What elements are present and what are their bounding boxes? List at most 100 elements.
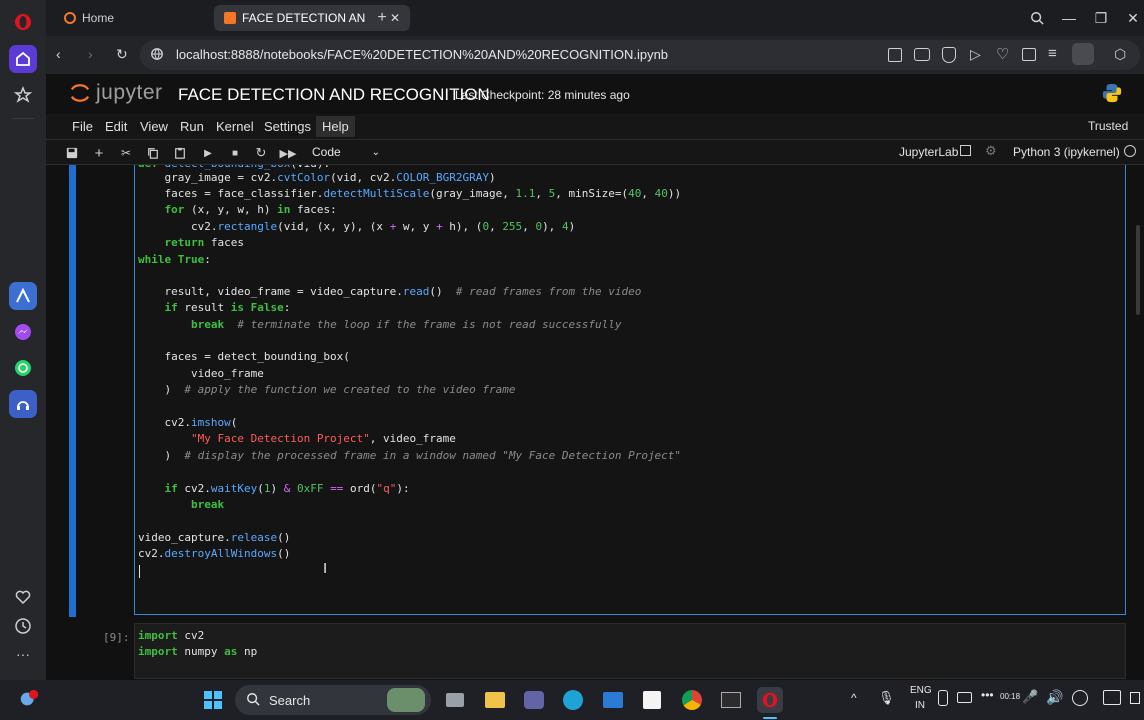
search-highlight-icon [387,688,425,712]
copy-icon[interactable] [145,145,161,161]
opera-logo-icon[interactable] [9,8,37,36]
language-top[interactable]: ENG [910,685,932,696]
active-code-cell[interactable]: def detect_bounding_box(vid): gray_image… [69,165,1129,617]
menu-help[interactable]: Help [316,116,355,137]
run-icon[interactable]: ▶ [200,145,216,161]
menu-view[interactable]: View [140,119,168,134]
chrome-icon[interactable] [679,687,705,713]
address-bar-row: ‹ › ↻ localhost:8888/notebooks/FACE%20DE… [46,36,1144,74]
notebook-scrollbar[interactable] [1136,225,1140,315]
shield-icon[interactable] [942,47,956,63]
edit-page-icon[interactable] [888,48,902,62]
paste-icon[interactable] [172,145,188,161]
menu-lines-icon[interactable]: ≡ [1048,45,1057,62]
heart-icon[interactable] [9,583,37,611]
camera-tray-icon[interactable] [938,690,948,706]
jupyter-logo-icon[interactable] [70,82,90,109]
url-field[interactable]: localhost:8888/notebooks/FACE%20DETECTIO… [140,40,1140,70]
add-cell-icon[interactable]: + [91,145,107,162]
site-info-icon[interactable] [150,47,164,66]
pinboard-icon[interactable] [9,81,37,109]
code-line: cv2.destroyAllWindows() [138,547,291,560]
settings-gear-icon[interactable]: ⚙ [985,143,997,159]
store-icon[interactable] [639,687,665,713]
easy-setup-icon[interactable] [1022,48,1036,61]
jupyterlab-link[interactable]: JupyterLab [899,145,958,159]
external-link-icon[interactable] [960,145,971,156]
terminal-icon[interactable] [718,687,744,713]
volume-icon[interactable]: 🔊 [1046,689,1063,706]
start-button[interactable] [200,687,226,713]
task-view-icon[interactable] [442,687,468,713]
forward-icon[interactable]: › [88,46,93,62]
menu-file[interactable]: File [72,119,93,134]
restart-icon[interactable]: ↻ [253,145,269,161]
code-line: video_capture.release() [138,531,291,544]
restore-button[interactable]: ❐ [1090,8,1112,28]
minimize-button[interactable]: — [1058,8,1080,28]
music-player-icon[interactable] [9,390,37,418]
notifications-icon[interactable] [1103,690,1121,705]
search-label: Search [269,693,311,708]
screen-record-icon[interactable] [957,692,972,703]
favorite-heart-icon[interactable]: ♡ [996,45,1009,63]
save-icon[interactable] [64,145,80,161]
language-bottom[interactable]: IN [915,700,925,711]
whatsapp-icon[interactable] [9,354,37,382]
snapshot-icon[interactable] [914,48,930,61]
opera-taskbar-icon[interactable] [757,687,783,713]
code-editor[interactable]: def detect_bounding_box(vid): gray_image… [134,165,1126,615]
cell-type-value: Code [312,145,341,159]
code-line: cv2.imshow( [138,416,238,429]
back-icon[interactable]: ‹ [56,46,61,62]
text-cursor [139,565,140,578]
aria-icon[interactable] [9,282,37,310]
reload-icon[interactable]: ↻ [116,46,128,63]
home-icon[interactable] [9,45,37,73]
cut-icon[interactable]: ✂ [118,145,134,161]
messenger-icon[interactable] [9,318,37,346]
cell-collapser[interactable] [69,165,76,617]
menu-settings[interactable]: Settings [264,119,311,134]
code-editor[interactable]: import cv2 import numpy as np [134,623,1126,679]
code-line: return faces [164,236,245,249]
tray-chevron-icon[interactable]: ^ [851,691,857,705]
play-icon[interactable]: ▷ [970,46,981,63]
accessibility-icon[interactable] [1072,690,1088,706]
notebook-panel: def detect_bounding_box(vid): gray_image… [46,165,1144,680]
close-window-button[interactable]: ✕ [1122,8,1144,28]
search-tabs-icon[interactable] [1026,8,1048,28]
new-tab-button[interactable]: + [372,5,392,31]
profile-icon[interactable] [1072,43,1094,65]
mic-tray-icon[interactable]: 🎤 [1022,689,1038,705]
taskbar-search[interactable]: Search [235,685,431,715]
interrupt-icon[interactable]: ■ [227,145,243,161]
notebook-title[interactable]: FACE DETECTION AND RECOGNITION [178,85,490,105]
weather-widget-icon[interactable] [16,686,42,712]
show-desktop-icon[interactable] [1130,692,1140,704]
restart-run-all-icon[interactable]: ▶▶ [280,145,297,161]
file-explorer-icon[interactable] [482,687,508,713]
mail-icon[interactable] [600,687,626,713]
more-tray-icon[interactable]: ••• [981,688,994,702]
menu-run[interactable]: Run [180,119,204,134]
notebook-toolbar: + ✂ ▶ ■ ↻ ▶▶ Code ⌄ JupyterLab ⚙ Python … [46,140,1144,165]
trusted-indicator[interactable]: Trusted [1088,119,1128,133]
tab-label: Home [82,11,115,25]
microphone-icon[interactable]: 🎙 [878,690,895,706]
more-icon[interactable]: ··· [9,640,37,668]
teams-icon[interactable] [521,687,547,713]
code-cell[interactable]: [9]: import cv2 import numpy as np [69,623,1129,680]
edge-icon[interactable] [560,687,586,713]
menu-edit[interactable]: Edit [105,119,127,134]
code-line: if cv2.waitKey(1) & 0xFF == ord("q"): [164,482,410,495]
kernel-name[interactable]: Python 3 (ipykernel) [1013,145,1120,159]
code-line: gray_image = cv2.cvtColor(vid, cv2.COLOR… [138,171,496,184]
extensions-icon[interactable]: ⬡ [1114,46,1126,63]
cell-type-select[interactable]: Code ⌄ [308,142,384,162]
clock-time[interactable]: 00:18 [1000,692,1020,701]
tab-home[interactable]: Home [54,5,204,31]
menu-kernel[interactable]: Kernel [216,119,254,134]
history-icon[interactable] [9,612,37,640]
kernel-status-icon [1124,145,1136,157]
